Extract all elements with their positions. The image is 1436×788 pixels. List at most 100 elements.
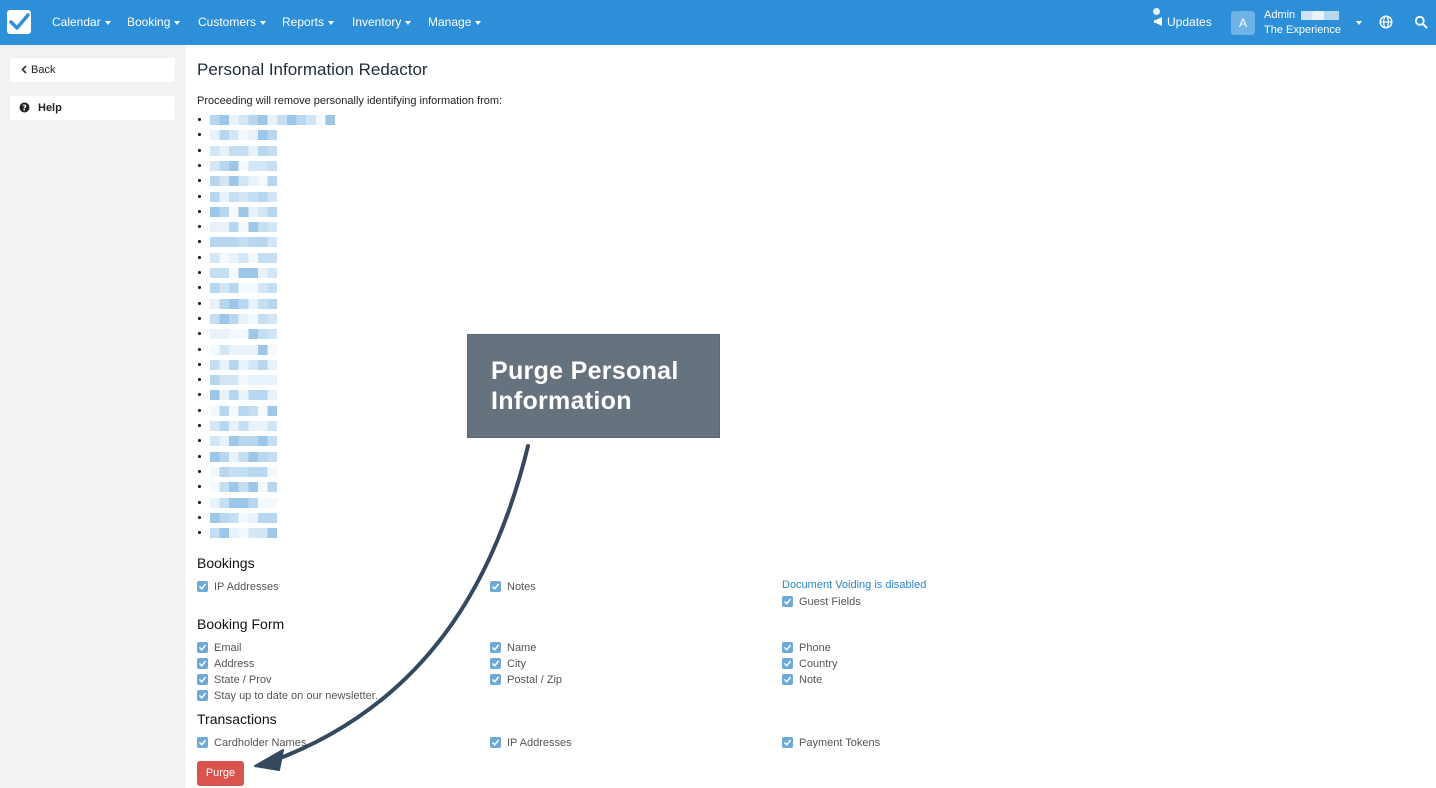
- checkbox-checked-icon: [490, 642, 501, 653]
- nav-booking[interactable]: Booking: [127, 15, 181, 29]
- nav-manage[interactable]: Manage: [428, 15, 482, 29]
- checkbox-checked-icon: [782, 737, 793, 748]
- redacted-list-item: [197, 222, 397, 233]
- back-label: Back: [31, 64, 56, 76]
- redacted-text: [210, 298, 278, 309]
- redacted-list-item: [197, 115, 397, 125]
- redacted-text: [210, 145, 278, 156]
- chevron-down-icon: [174, 20, 181, 25]
- transactions-heading: Transactions: [197, 711, 277, 727]
- bullet-icon: [198, 240, 201, 244]
- question-circle-icon: ?: [19, 102, 30, 113]
- nav-reports[interactable]: Reports: [282, 15, 335, 29]
- user-name: Admin: [1264, 9, 1296, 21]
- payment-tokens-label: Payment Tokens: [799, 737, 881, 749]
- nav-calendar[interactable]: Calendar: [52, 15, 111, 29]
- intro-text: Proceeding will remove personally identi…: [197, 95, 503, 107]
- redacted-list-item: [197, 512, 397, 523]
- bookings-ip-label: IP Addresses: [214, 581, 279, 593]
- redacted-text: [210, 206, 278, 217]
- help-label: Help: [38, 102, 62, 114]
- notification-dot: [1153, 8, 1160, 15]
- bullet-icon: [198, 454, 201, 458]
- bullet-icon: [198, 209, 201, 213]
- guest-fields-label: Guest Fields: [799, 596, 861, 608]
- redacted-list-item: [197, 237, 397, 248]
- bullet-icon: [198, 500, 201, 504]
- checkbox-checked-icon: [782, 658, 793, 669]
- company-name: The Experience: [1264, 24, 1342, 36]
- redacted-text: [210, 329, 278, 340]
- transactions-ip-label: IP Addresses: [507, 737, 572, 749]
- nav-customers[interactable]: Customers: [198, 15, 267, 29]
- checkbox-checked-icon: [197, 690, 208, 701]
- bullet-icon: [198, 378, 201, 382]
- checkbox-checked-icon: [782, 596, 793, 607]
- redacted-list-item: [197, 466, 397, 477]
- document-voiding-link[interactable]: Document Voiding is disabled: [782, 579, 926, 591]
- redacted-text: [210, 344, 278, 355]
- redacted-list-item: [197, 497, 397, 508]
- updates-button[interactable]: Updates: [1153, 8, 1212, 29]
- redacted-list-item: [197, 344, 397, 355]
- bullet-icon: [198, 148, 201, 152]
- redacted-text: [210, 497, 278, 508]
- note-label: Note: [799, 674, 823, 686]
- back-button[interactable]: Back: [10, 58, 175, 82]
- bullet-icon: [198, 316, 201, 320]
- callout-line-2: Information: [491, 387, 632, 415]
- callout-line-1: Purge Personal: [491, 357, 679, 385]
- chevron-down-icon: [260, 20, 267, 25]
- redacted-text: [210, 237, 278, 248]
- redacted-list-item: [197, 268, 397, 278]
- redacted-list-item: [197, 329, 397, 340]
- nav-booking-label: Booking: [127, 15, 171, 29]
- redacted-text: [210, 512, 278, 523]
- help-button[interactable]: ? Help: [10, 96, 175, 120]
- checkbox-checked-icon: [490, 674, 501, 685]
- bullet-icon: [198, 408, 201, 412]
- nav-inventory-label: Inventory: [352, 15, 402, 29]
- check-logo-icon[interactable]: [7, 10, 31, 34]
- redacted-text: [210, 191, 278, 202]
- redacted-text: [210, 313, 278, 324]
- checkbox-checked-icon: [782, 674, 793, 685]
- redacted-list-item: [197, 176, 397, 187]
- redacted-text: [210, 528, 278, 539]
- bullet-icon: [198, 515, 201, 519]
- nav-inventory[interactable]: Inventory: [352, 15, 412, 29]
- booking-form-heading: Booking Form: [197, 616, 285, 632]
- sidebar: Back ? Help: [0, 45, 185, 788]
- bullet-icon: [198, 163, 201, 167]
- bullet-icon: [198, 362, 201, 366]
- bullet-icon: [198, 286, 201, 290]
- name-label: Name: [507, 642, 537, 654]
- checkbox-checked-icon: [197, 658, 208, 669]
- redacted-list-item: [197, 130, 397, 141]
- country-label: Country: [799, 658, 838, 670]
- user-menu-chevron-icon[interactable]: [1356, 21, 1362, 25]
- svg-text:?: ?: [22, 104, 27, 113]
- user-menu[interactable]: Admin The Experience: [1264, 8, 1341, 38]
- redacted-list-item: [197, 421, 397, 431]
- redacted-list-item: [197, 482, 397, 493]
- checkbox-checked-icon: [490, 737, 501, 748]
- globe-icon[interactable]: [1379, 15, 1393, 29]
- redacted-list-item: [197, 298, 397, 309]
- bullet-icon: [198, 393, 201, 397]
- nav-customers-label: Customers: [198, 15, 257, 29]
- checkbox-checked-icon: [197, 642, 208, 653]
- top-nav-bar: Calendar Booking Customers Reports Inven…: [0, 0, 1436, 45]
- avatar[interactable]: A: [1231, 11, 1255, 35]
- bullet-icon: [198, 485, 201, 489]
- redacted-text: [210, 283, 278, 294]
- cardholder-label: Cardholder Names: [214, 737, 307, 749]
- redacted-list-item: [197, 191, 397, 202]
- bullet-icon: [198, 332, 201, 336]
- search-icon[interactable]: [1414, 15, 1428, 29]
- bullet-icon: [198, 179, 201, 183]
- checkbox-checked-icon: [197, 737, 208, 748]
- megaphone-icon: [1154, 17, 1162, 26]
- purge-button[interactable]: Purge: [197, 761, 244, 786]
- redacted-list-item: [197, 390, 397, 401]
